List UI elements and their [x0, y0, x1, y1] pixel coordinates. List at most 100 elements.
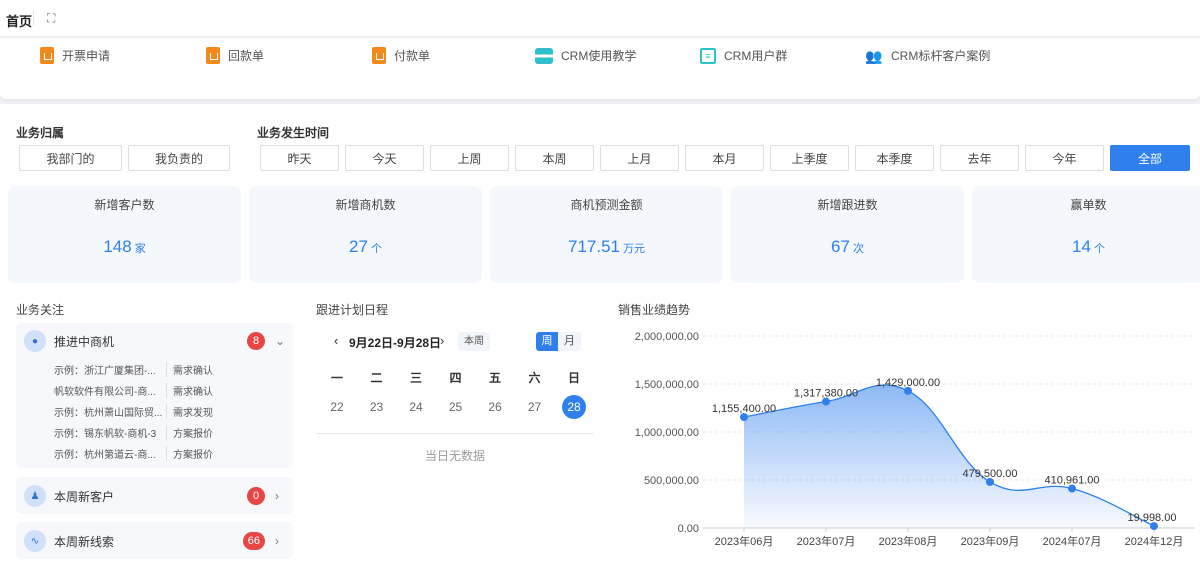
- stat-card[interactable]: 新增商机数 27 个: [249, 186, 482, 283]
- list-item[interactable]: 示例：杭州第道云-商... 方案报价: [16, 443, 293, 464]
- filter-time-option[interactable]: 上周: [430, 145, 509, 171]
- stat-unit: 家: [134, 243, 146, 255]
- panel-title: 本周新线索: [54, 534, 115, 549]
- list-item[interactable]: 示例：杭州萧山国际贸... 需求发现: [16, 401, 293, 422]
- opp-name: 示例：杭州萧山国际贸...: [54, 408, 163, 419]
- filter-time-option[interactable]: 本季度: [855, 145, 934, 171]
- opp-stage: 需求确认: [166, 362, 213, 377]
- filter-my-department[interactable]: 我部门的: [19, 145, 122, 171]
- shortcut-invoice[interactable]: 开票申请: [40, 47, 110, 64]
- data-label: 1,317,380.00: [794, 388, 858, 400]
- panel-title: 本周新客户: [54, 489, 115, 504]
- stat-title: 商机预测金额: [570, 198, 643, 212]
- chevron-right-icon[interactable]: ›: [275, 534, 285, 548]
- this-week-button[interactable]: 本周: [458, 332, 490, 351]
- stat-unit: 万元: [623, 243, 645, 255]
- time-label: 业务发生时间: [257, 126, 330, 140]
- tab-home[interactable]: 首页: [6, 11, 32, 30]
- opp-name: 示例：浙江广厦集团-...: [54, 366, 156, 377]
- list-item[interactable]: 示例：锡东帆软-商机-3 方案报价: [16, 422, 293, 443]
- stat-value-line: 14 个: [972, 237, 1200, 257]
- calendar-day[interactable]: 25: [443, 395, 469, 419]
- fullscreen-icon[interactable]: ⛶: [47, 11, 55, 26]
- view-month-button[interactable]: 月: [558, 332, 581, 351]
- count-badge: 66: [242, 532, 265, 550]
- filter-time-option[interactable]: 昨天: [260, 145, 339, 171]
- view-week-button[interactable]: 周: [536, 332, 558, 351]
- stat-card[interactable]: 新增跟进数 67 次: [731, 186, 964, 283]
- calendar-day[interactable]: 26: [482, 395, 508, 419]
- x-tick-label: 2023年07月: [797, 534, 856, 548]
- clipboard-icon: [40, 47, 54, 64]
- list-item[interactable]: 示例：浙江广厦集团-... 需求确认: [16, 359, 293, 380]
- y-tick-label: 1,500,000.00: [635, 379, 699, 391]
- weekday-label: 三: [409, 371, 422, 385]
- opp-stage: 需求发现: [166, 404, 213, 419]
- filter-time-option[interactable]: 上月: [600, 145, 679, 171]
- clipboard-icon: [372, 47, 386, 64]
- stat-card[interactable]: 新增客户数 148 家: [8, 186, 241, 283]
- filter-time-option[interactable]: 今天: [345, 145, 424, 171]
- weekday-label: 一: [330, 371, 343, 385]
- y-tick-label: 2,000,000.00: [635, 331, 699, 343]
- weekday-label: 四: [449, 371, 462, 385]
- stat-card[interactable]: 赢单数 14 个: [972, 186, 1200, 283]
- book-icon: [535, 47, 553, 64]
- calendar-day[interactable]: 28: [562, 395, 586, 419]
- users-icon: 👥: [865, 47, 883, 64]
- divider: [316, 433, 594, 434]
- calendar-day[interactable]: 24: [403, 395, 429, 419]
- stat-value: 717.51: [568, 237, 620, 256]
- opp-name: 示例：杭州第道云-商...: [54, 450, 156, 461]
- filter-time-option[interactable]: 本周: [515, 145, 594, 171]
- calendar-day[interactable]: 27: [522, 395, 548, 419]
- y-tick-label: 0.00: [678, 523, 699, 535]
- filter-time-option[interactable]: 去年: [940, 145, 1019, 171]
- filter-time-option[interactable]: 上季度: [770, 145, 849, 171]
- shortcut-label: 开票申请: [62, 49, 111, 63]
- shortcut-label: CRM用户群: [724, 49, 788, 63]
- filter-my-responsible[interactable]: 我负责的: [128, 145, 230, 171]
- opp-stage: 方案报价: [166, 446, 213, 461]
- prev-week-icon[interactable]: ‹: [334, 333, 338, 348]
- focus-title: 业务关注: [16, 303, 65, 317]
- panel-header[interactable]: ♟ 本周新客户 0 ›: [16, 477, 293, 515]
- shortcut-tutorial[interactable]: CRM使用教学: [535, 47, 636, 64]
- weekday-label: 五: [488, 371, 501, 385]
- shortcut-label: CRM使用教学: [561, 49, 637, 63]
- panel-new-leads[interactable]: ∿ 本周新线索 66 ›: [16, 522, 293, 559]
- shortcut-receipt[interactable]: 回款单: [206, 47, 264, 64]
- route-icon: ∿: [24, 530, 46, 552]
- week-range: 9月22日-9月28日: [349, 336, 442, 350]
- list-item[interactable]: 帆软软件有限公司-商... 需求确认: [16, 380, 293, 401]
- group-chat-icon: ≡: [700, 47, 716, 64]
- chevron-right-icon[interactable]: ›: [275, 489, 285, 503]
- opp-name: 示例：锡东帆软-商机-3: [54, 429, 157, 440]
- filter-time-option[interactable]: 全部: [1110, 145, 1190, 171]
- ownership-label: 业务归属: [16, 126, 65, 140]
- shortcut-payment[interactable]: 付款单: [372, 47, 430, 64]
- stat-value: 148: [103, 237, 132, 256]
- panel-header[interactable]: ∿ 本周新线索 66 ›: [16, 522, 293, 560]
- chevron-down-icon[interactable]: ⌄: [275, 334, 285, 348]
- calendar-day[interactable]: 22: [324, 395, 350, 419]
- weekday-label: 六: [528, 371, 541, 385]
- calendar-day[interactable]: 23: [364, 395, 390, 419]
- x-tick-label: 2024年12月: [1125, 534, 1184, 548]
- stat-title: 新增商机数: [335, 198, 396, 212]
- target-icon: ●: [24, 330, 46, 352]
- panel-header[interactable]: ● 推进中商机 8 ⌄: [16, 323, 293, 359]
- panel-new-customers[interactable]: ♟ 本周新客户 0 ›: [16, 477, 293, 514]
- shortcut-user-group[interactable]: ≡ CRM用户群: [700, 47, 787, 64]
- data-label: 1,429,000.00: [876, 377, 940, 389]
- data-label: 19,998.00: [1128, 512, 1177, 524]
- next-week-icon[interactable]: ›: [440, 333, 444, 348]
- panel-title: 推进中商机: [54, 334, 115, 349]
- filter-time-option[interactable]: 本月: [685, 145, 764, 171]
- stat-card[interactable]: 商机预测金额 717.51 万元: [490, 186, 723, 283]
- x-tick-label: 2024年07月: [1043, 534, 1102, 548]
- shortcut-cases[interactable]: 👥 CRM标杆客户案例: [865, 47, 990, 64]
- filter-time-option[interactable]: 今年: [1025, 145, 1104, 171]
- stat-value-line: 148 家: [8, 237, 241, 257]
- stat-unit: 个: [1093, 243, 1105, 255]
